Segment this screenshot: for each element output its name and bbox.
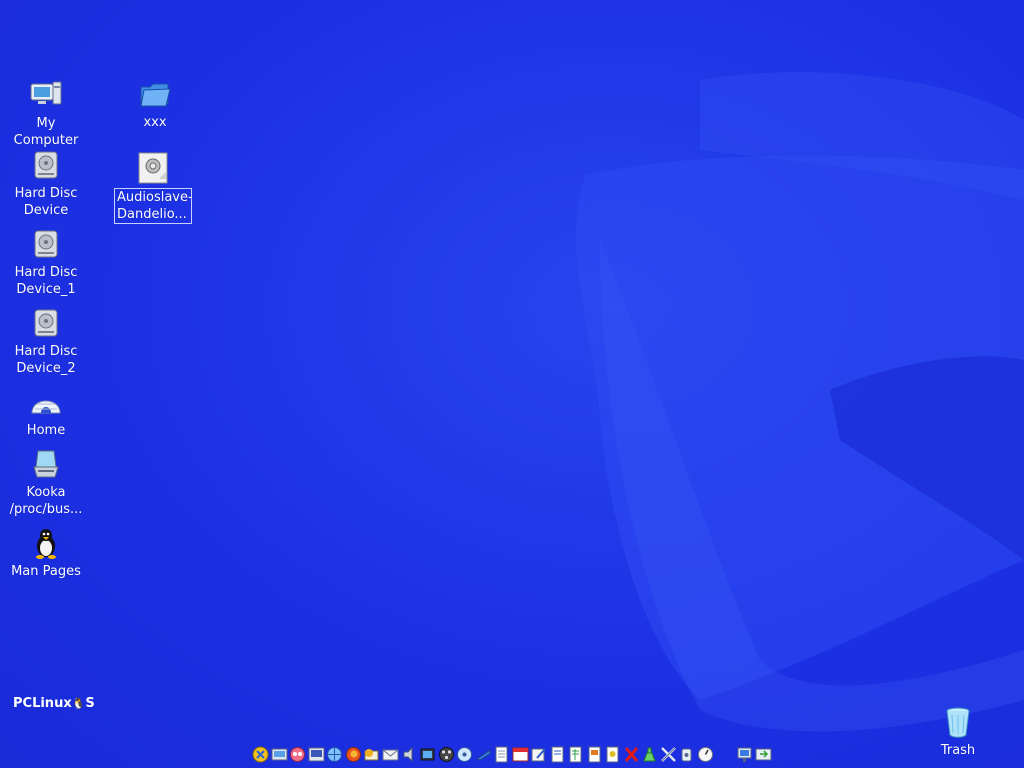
icon-label: Hard Disc Device_2 (14, 344, 78, 376)
icon-label: xxx (143, 115, 167, 130)
writer-icon[interactable] (549, 744, 567, 764)
firefox-icon[interactable] (345, 744, 363, 764)
icon-label: Hard Disc Device (14, 186, 78, 218)
terminal-icon[interactable] (308, 744, 326, 764)
film-reel-icon[interactable] (437, 744, 455, 764)
info-icon[interactable] (678, 744, 696, 764)
hard-disc-device-1-icon-item[interactable]: Hard Disc Device_1 (4, 227, 88, 298)
xxx-folder-icon-item[interactable]: xxx (113, 77, 197, 131)
icon-label: Trash (940, 743, 976, 758)
impress-icon[interactable] (586, 744, 604, 764)
home-icon-item[interactable]: Home (4, 385, 88, 439)
brand-text-left: PCLinux (13, 696, 72, 711)
trash-icon (946, 707, 970, 738)
tools-icon[interactable] (660, 744, 678, 764)
cd-player-icon[interactable] (456, 744, 474, 764)
trash-icon-item[interactable]: Trash (916, 705, 1000, 759)
my-computer-icon-item[interactable]: My Computer (4, 78, 88, 149)
folder-icon (140, 83, 171, 107)
icon-label: Home (26, 423, 66, 438)
clock-icon[interactable] (697, 744, 715, 764)
audioslave-file-icon-item[interactable]: Audioslave- Dandelio... (111, 151, 195, 224)
edit-icon[interactable] (530, 744, 548, 764)
audio-file-icon (138, 152, 168, 184)
show-desktop-icon[interactable] (271, 744, 289, 764)
calendar-icon[interactable] (511, 744, 529, 764)
document-icon[interactable] (493, 744, 511, 764)
icon-label: Man Pages (11, 564, 81, 579)
k3b-icon[interactable] (474, 744, 492, 764)
hard-disc-device-2-icon-item[interactable]: Hard Disc Device_2 (4, 306, 88, 377)
hard-disk-icon (34, 151, 58, 179)
kde-menu-icon[interactable] (252, 744, 270, 764)
quick-launch-bar (252, 743, 772, 765)
hard-disc-device-icon-item[interactable]: Hard Disc Device (4, 148, 88, 219)
kooka-icon-item[interactable]: Kooka /proc/bus... (4, 447, 88, 518)
speaker-icon[interactable] (400, 744, 418, 764)
hard-disk-icon (34, 309, 58, 337)
eye-icon[interactable] (289, 744, 307, 764)
konqueror-icon[interactable] (326, 744, 344, 764)
tux-logo-icon: 🐧 (71, 697, 86, 710)
pclinuxos-logo: PCLinux🐧S (13, 696, 95, 711)
brand-text-right: S (85, 696, 95, 711)
man-pages-icon-item[interactable]: Man Pages (4, 526, 88, 580)
calc-icon[interactable] (567, 744, 585, 764)
tux-penguin-icon (36, 529, 56, 559)
x-close-icon[interactable] (623, 744, 641, 764)
draw-icon[interactable] (604, 744, 622, 764)
pager-icon[interactable] (754, 744, 772, 764)
scanner-icon (33, 450, 59, 478)
video-icon[interactable] (419, 744, 437, 764)
package-icon[interactable] (641, 744, 659, 764)
icon-label: Kooka /proc/bus... (9, 485, 83, 517)
computer-icon (30, 81, 62, 105)
icon-label: Hard Disc Device_1 (14, 265, 78, 297)
icon-label: Audioslave- Dandelio... (114, 188, 193, 224)
thunderbird-icon[interactable] (363, 744, 381, 764)
hard-disk-icon (34, 230, 58, 258)
igloo-home-icon (31, 400, 61, 414)
network-icon[interactable] (736, 744, 754, 764)
icon-label: My Computer (13, 116, 79, 148)
kmail-icon[interactable] (382, 744, 400, 764)
